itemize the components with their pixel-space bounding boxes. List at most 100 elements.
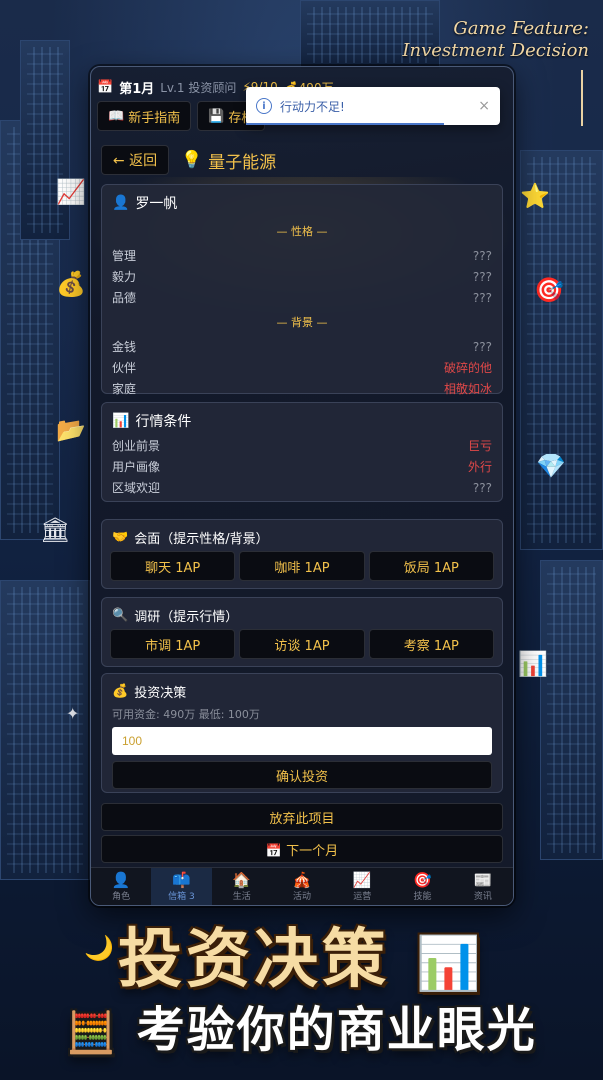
research-action-button[interactable]: 考察 1AP (368, 629, 494, 659)
investment-card: 💰 投资决策 可用资金: 490万 最低: 100万 确认投资 (101, 673, 503, 793)
toast-progress (246, 123, 445, 125)
background-row: 家庭 相敬如冰 (102, 378, 502, 399)
background-row: 伙伴 破碎的他 (102, 357, 502, 378)
meeting-title: 会面（提示性格/背景） (134, 532, 269, 547)
lightbulb-icon: 💡 (181, 150, 203, 170)
meeting-action-button[interactable]: 聊天 1AP (110, 551, 236, 581)
market-key: 用户画像 (112, 460, 161, 474)
tab-label: 技能 (413, 891, 432, 902)
research-title: 调研（提示行情） (134, 610, 239, 625)
founder-header: 👤 罗一帆 (102, 185, 502, 221)
market-header: 📊 行情条件 (102, 403, 502, 439)
market-key: 区域欢迎 (112, 481, 161, 495)
back-button[interactable]: ← 返回 (101, 145, 169, 175)
floppy-icon: 💾 (208, 108, 225, 124)
meeting-action-button[interactable]: 咖啡 1AP (239, 551, 365, 581)
tab-label: 运营 (353, 891, 372, 902)
toolbar: 📖 新手指南 💾 存档 (97, 101, 266, 131)
tab-生活[interactable]: 🏠 生活 (212, 868, 272, 905)
personality-value: ??? (472, 248, 492, 263)
book-icon: 📖 (108, 108, 125, 124)
bottom-tab-bar: 👤 角色 📫 信箱 3 🏠 生活 🎪 活动 📈 运营 🎯 技能 📰 资讯 (91, 867, 513, 905)
bar-chart-icon: 📊 (112, 413, 130, 429)
funds-info: 可用资金: 490万 最低: 100万 (112, 708, 260, 721)
market-title: 行情条件 (135, 414, 192, 430)
investment-title: 投资决策 (134, 686, 187, 701)
market-value: 巨亏 (467, 439, 492, 453)
founder-card: 👤 罗一帆 — 性格 — 管理??? 毅力??? 品德??? — 背景 — 金钱??… (101, 184, 503, 396)
tab-icon: 🏠 (232, 870, 252, 889)
background-row: 金钱??? (102, 336, 502, 357)
tab-运营[interactable]: 📈 运营 (332, 868, 392, 905)
calendar-icon: 📅 (97, 79, 114, 95)
tab-活动[interactable]: 🎪 活动 (272, 868, 332, 905)
calculator-icon: 🧮 (66, 1010, 119, 1056)
market-row: 用户画像 外行 (102, 456, 502, 477)
level-label: Lv.1 投资顾问 (160, 80, 237, 95)
sparkle-icon: ✦ (66, 704, 80, 723)
guide-button[interactable]: 📖 新手指南 (97, 101, 192, 131)
info-icon: i (256, 98, 272, 114)
investment-header: 💰 投资决策 (102, 674, 502, 709)
promo-subline: 🧮 考验你的商业眼光 (0, 990, 603, 1060)
background-key: 金钱 (112, 340, 137, 354)
tab-icon: 🎯 (413, 870, 432, 889)
promo-headline: 投资决策 📊 (0, 908, 603, 1000)
handshake-icon: 🤝 (112, 530, 129, 545)
research-action-button[interactable]: 市调 1AP (110, 629, 236, 659)
confirm-investment-button[interactable]: 确认投资 (112, 761, 492, 789)
tab-label: 资讯 (473, 891, 492, 902)
feature-divider (581, 70, 583, 126)
tab-资讯[interactable]: 📰 资讯 (453, 868, 513, 905)
target-icon: 🎯 (534, 276, 564, 304)
chart-icon: 📈 (56, 178, 86, 206)
feature-line1: Game Feature: (453, 18, 589, 39)
tab-技能[interactable]: 🎯 技能 (392, 868, 452, 905)
background-value: ??? (472, 339, 492, 354)
personality-value: ??? (472, 290, 492, 305)
meeting-action-button[interactable]: 饭局 1AP (368, 551, 494, 581)
investment-amount-input[interactable] (112, 727, 492, 755)
month-label: 第1月 (119, 81, 155, 97)
close-icon[interactable]: × (478, 98, 490, 114)
market-card: 📊 行情条件 创业前景 巨亏用户画像 外行 区域欢迎??? (101, 402, 503, 502)
diamond-icon: 💎 (536, 452, 566, 480)
personality-key: 毅力 (112, 270, 137, 284)
personality-row: 品德??? (102, 287, 502, 308)
toast-notification: i 行动力不足! × (246, 87, 500, 125)
tab-icon: 📫 (172, 870, 191, 889)
personality-row: 管理??? (102, 245, 502, 266)
headline-text: 投资决策 (117, 923, 390, 997)
money-bag-icon: 💰 (56, 270, 86, 298)
market-row: 区域欢迎??? (102, 477, 502, 498)
personality-key: 品德 (112, 291, 137, 305)
market-key: 创业前景 (112, 439, 161, 453)
background-value: 破碎的他 (443, 361, 492, 375)
subline-text: 考验你的商业眼光 (136, 1002, 537, 1058)
tab-信箱 3[interactable]: 📫 信箱 3 (151, 868, 212, 905)
personality-key: 管理 (112, 249, 137, 263)
research-action-button[interactable]: 访谈 1AP (239, 629, 365, 659)
tab-icon: 🎪 (292, 870, 312, 889)
star-icon: ⭐ (520, 182, 550, 210)
research-header: 🔍 调研（提示行情） (102, 598, 502, 633)
background-key: 伙伴 (112, 361, 137, 375)
bar-chart-icon: 📊 (518, 650, 548, 678)
next-month-button[interactable]: 📅 下一个月 (101, 835, 503, 863)
meeting-header: 🤝 会面（提示性格/背景） (102, 520, 502, 555)
game-window: 📅 第1月 Lv.1 投资顾问 ⚡9/10 💰490万 📖 新手指南 💾 存档 … (90, 66, 514, 906)
personality-value: ??? (472, 269, 492, 284)
project-title: 量子能源 (208, 152, 277, 173)
growth-chart-icon: 📊 (416, 934, 486, 994)
background-value: 相敬如冰 (443, 382, 492, 396)
personality-row: 毅力??? (102, 266, 502, 287)
money-bag-icon: 💰 (112, 684, 129, 699)
abandon-project-button[interactable]: 放弃此项目 (101, 803, 503, 831)
feature-line2: Investment Decision (402, 40, 589, 61)
toast-message: 行动力不足! (280, 99, 345, 114)
meeting-card: 🤝 会面（提示性格/背景） 聊天 1AP 咖啡 1AP 饭局 1AP (101, 519, 503, 589)
bank-icon: 🏛 (40, 516, 71, 544)
tab-角色[interactable]: 👤 角色 (91, 868, 151, 905)
founder-name: 罗一帆 (135, 196, 178, 212)
tab-label: 生活 (232, 891, 251, 902)
